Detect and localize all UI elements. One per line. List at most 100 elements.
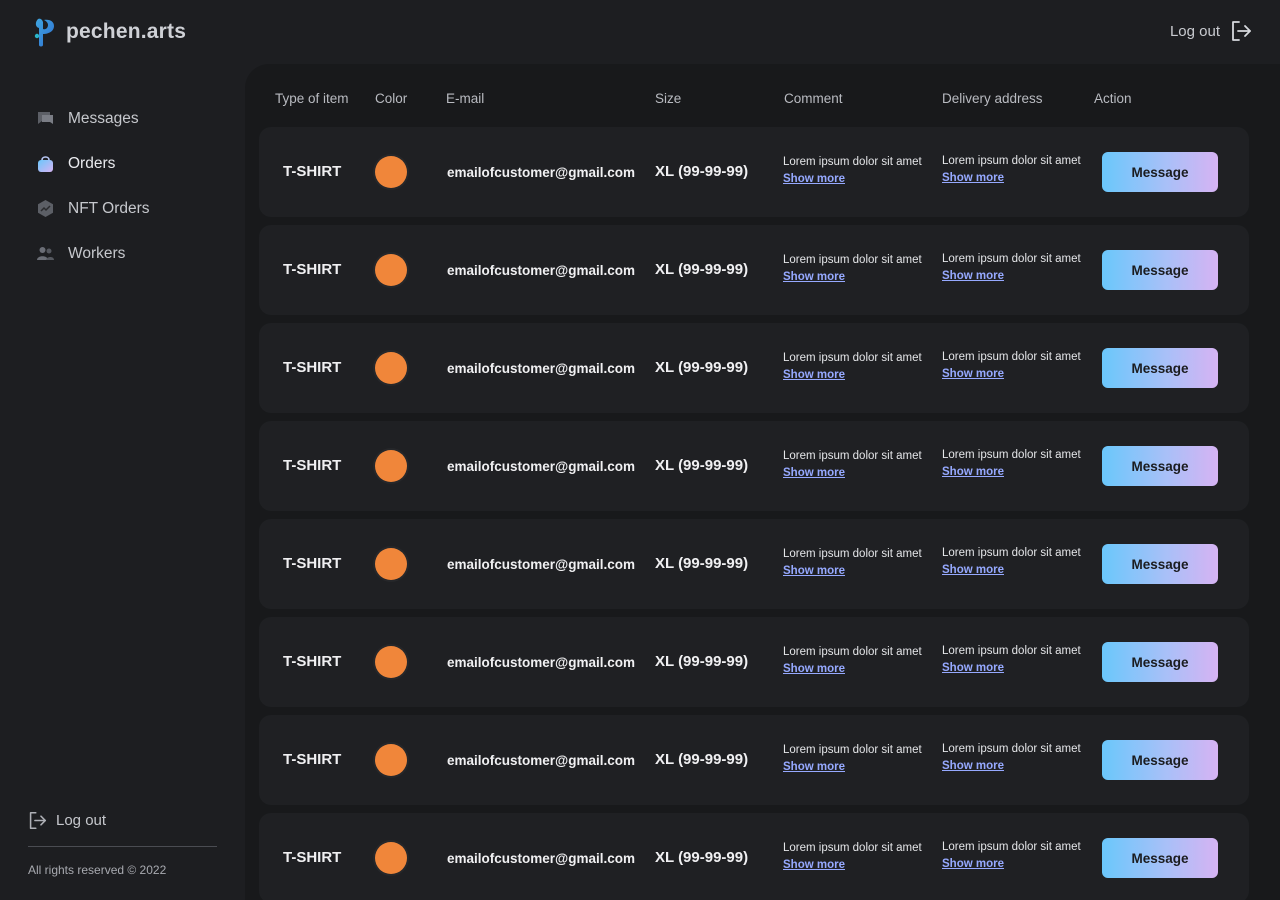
color-swatch [375, 548, 407, 580]
address-show-more-link[interactable]: Show more [942, 466, 1004, 478]
column-header-delivery-address: Delivery address [942, 91, 1043, 106]
sidebar-item-workers[interactable]: Workers [36, 231, 150, 276]
comment-show-more-link[interactable]: Show more [783, 173, 845, 185]
address-cell: Lorem ipsum dolor sit amet Show more [942, 155, 1081, 186]
orders-table-body: T-SHIRT emailofcustomer@gmail.com XL (99… [259, 127, 1249, 900]
item-size: XL (99-99-99) [655, 163, 749, 180]
sidebar-item-nft-orders[interactable]: NFT Orders [36, 186, 150, 231]
address-text: Lorem ipsum dolor sit amet [942, 743, 1081, 755]
item-size: XL (99-99-99) [655, 653, 749, 670]
address-text: Lorem ipsum dolor sit amet [942, 547, 1081, 559]
brand-logo[interactable]: pechen.arts [32, 16, 186, 48]
item-size: XL (99-99-99) [655, 751, 749, 768]
address-show-more-link[interactable]: Show more [942, 858, 1004, 870]
item-type: T-SHIRT [283, 751, 342, 768]
color-swatch [375, 450, 407, 482]
comment-cell: Lorem ipsum dolor sit amet Show more [783, 842, 922, 873]
address-cell: Lorem ipsum dolor sit amet Show more [942, 547, 1081, 578]
comment-show-more-link[interactable]: Show more [783, 761, 845, 773]
item-type: T-SHIRT [283, 261, 342, 278]
item-size: XL (99-99-99) [655, 555, 749, 572]
column-header-comment: Comment [784, 91, 843, 106]
comment-show-more-link[interactable]: Show more [783, 859, 845, 871]
color-swatch [375, 646, 407, 678]
comment-show-more-link[interactable]: Show more [783, 271, 845, 283]
table-row: T-SHIRT emailofcustomer@gmail.com XL (99… [259, 617, 1249, 707]
address-show-more-link[interactable]: Show more [942, 368, 1004, 380]
header-logout-button[interactable]: Log out [1170, 20, 1252, 42]
message-button[interactable]: Message [1102, 642, 1218, 682]
sidebar: Messages Orders NFT Orders Workers Log o… [0, 64, 245, 900]
sidebar-item-messages[interactable]: Messages [36, 96, 150, 141]
comment-show-more-link[interactable]: Show more [783, 467, 845, 479]
copyright-text: All rights reserved © 2022 [28, 863, 167, 877]
table-row: T-SHIRT emailofcustomer@gmail.com XL (99… [259, 813, 1249, 900]
sidebar-item-orders[interactable]: Orders [36, 141, 150, 186]
address-show-more-link[interactable]: Show more [942, 760, 1004, 772]
sidebar-logout-button[interactable]: Log out [28, 808, 217, 832]
address-show-more-link[interactable]: Show more [942, 564, 1004, 576]
table-row: T-SHIRT emailofcustomer@gmail.com XL (99… [259, 127, 1249, 217]
comment-text: Lorem ipsum dolor sit amet [783, 156, 922, 168]
sidebar-footer: Log out All rights reserved © 2022 [28, 808, 217, 877]
address-cell: Lorem ipsum dolor sit amet Show more [942, 449, 1081, 480]
comment-show-more-link[interactable]: Show more [783, 369, 845, 381]
comment-cell: Lorem ipsum dolor sit amet Show more [783, 254, 922, 285]
message-button[interactable]: Message [1102, 446, 1218, 486]
brand-name: pechen.arts [66, 20, 187, 43]
item-type: T-SHIRT [283, 163, 342, 180]
message-button[interactable]: Message [1102, 544, 1218, 584]
item-type: T-SHIRT [283, 457, 342, 474]
sidebar-divider [28, 846, 217, 847]
address-show-more-link[interactable]: Show more [942, 172, 1004, 184]
comment-text: Lorem ipsum dolor sit amet [783, 450, 922, 462]
nft-hexagon-icon [36, 199, 55, 218]
address-cell: Lorem ipsum dolor sit amet Show more [942, 645, 1081, 676]
shopping-bag-icon [36, 154, 55, 173]
address-show-more-link[interactable]: Show more [942, 270, 1004, 282]
comment-show-more-link[interactable]: Show more [783, 565, 845, 577]
item-type: T-SHIRT [283, 849, 342, 866]
comment-text: Lorem ipsum dolor sit amet [783, 352, 922, 364]
comment-text: Lorem ipsum dolor sit amet [783, 842, 922, 854]
sidebar-item-label: Messages [68, 109, 139, 127]
customer-email: emailofcustomer@gmail.com [447, 165, 635, 180]
table-header: Type of item Color E-mail Size Comment D… [275, 91, 1255, 111]
logo-mark-icon [34, 18, 54, 47]
message-button[interactable]: Message [1102, 250, 1218, 290]
column-header-size: Size [655, 91, 682, 106]
comment-cell: Lorem ipsum dolor sit amet Show more [783, 744, 922, 775]
message-button[interactable]: Message [1102, 740, 1218, 780]
message-button[interactable]: Message [1102, 348, 1218, 388]
address-cell: Lorem ipsum dolor sit amet Show more [942, 253, 1081, 284]
address-show-more-link[interactable]: Show more [942, 662, 1004, 674]
sidebar-item-label: Orders [68, 154, 116, 172]
message-button[interactable]: Message [1102, 838, 1218, 878]
comment-cell: Lorem ipsum dolor sit amet Show more [783, 548, 922, 579]
address-text: Lorem ipsum dolor sit amet [942, 351, 1081, 363]
orders-panel: Type of item Color E-mail Size Comment D… [245, 64, 1280, 900]
address-cell: Lorem ipsum dolor sit amet Show more [942, 351, 1081, 382]
comment-text: Lorem ipsum dolor sit amet [783, 548, 922, 560]
comment-cell: Lorem ipsum dolor sit amet Show more [783, 450, 922, 481]
color-swatch [375, 156, 407, 188]
sidebar-logout-label: Log out [56, 811, 107, 829]
comment-text: Lorem ipsum dolor sit amet [783, 646, 922, 658]
table-row: T-SHIRT emailofcustomer@gmail.com XL (99… [259, 715, 1249, 805]
customer-email: emailofcustomer@gmail.com [447, 851, 635, 866]
item-size: XL (99-99-99) [655, 359, 749, 376]
customer-email: emailofcustomer@gmail.com [447, 557, 635, 572]
comment-show-more-link[interactable]: Show more [783, 663, 845, 675]
sidebar-nav: Messages Orders NFT Orders Workers [36, 96, 150, 276]
chat-icon [36, 109, 55, 128]
table-row: T-SHIRT emailofcustomer@gmail.com XL (99… [259, 421, 1249, 511]
message-button[interactable]: Message [1102, 152, 1218, 192]
color-swatch [375, 352, 407, 384]
users-icon [36, 244, 55, 263]
item-type: T-SHIRT [283, 653, 342, 670]
address-text: Lorem ipsum dolor sit amet [942, 155, 1081, 167]
sidebar-item-label: NFT Orders [68, 199, 150, 217]
comment-cell: Lorem ipsum dolor sit amet Show more [783, 646, 922, 677]
item-size: XL (99-99-99) [655, 457, 749, 474]
item-size: XL (99-99-99) [655, 849, 749, 866]
